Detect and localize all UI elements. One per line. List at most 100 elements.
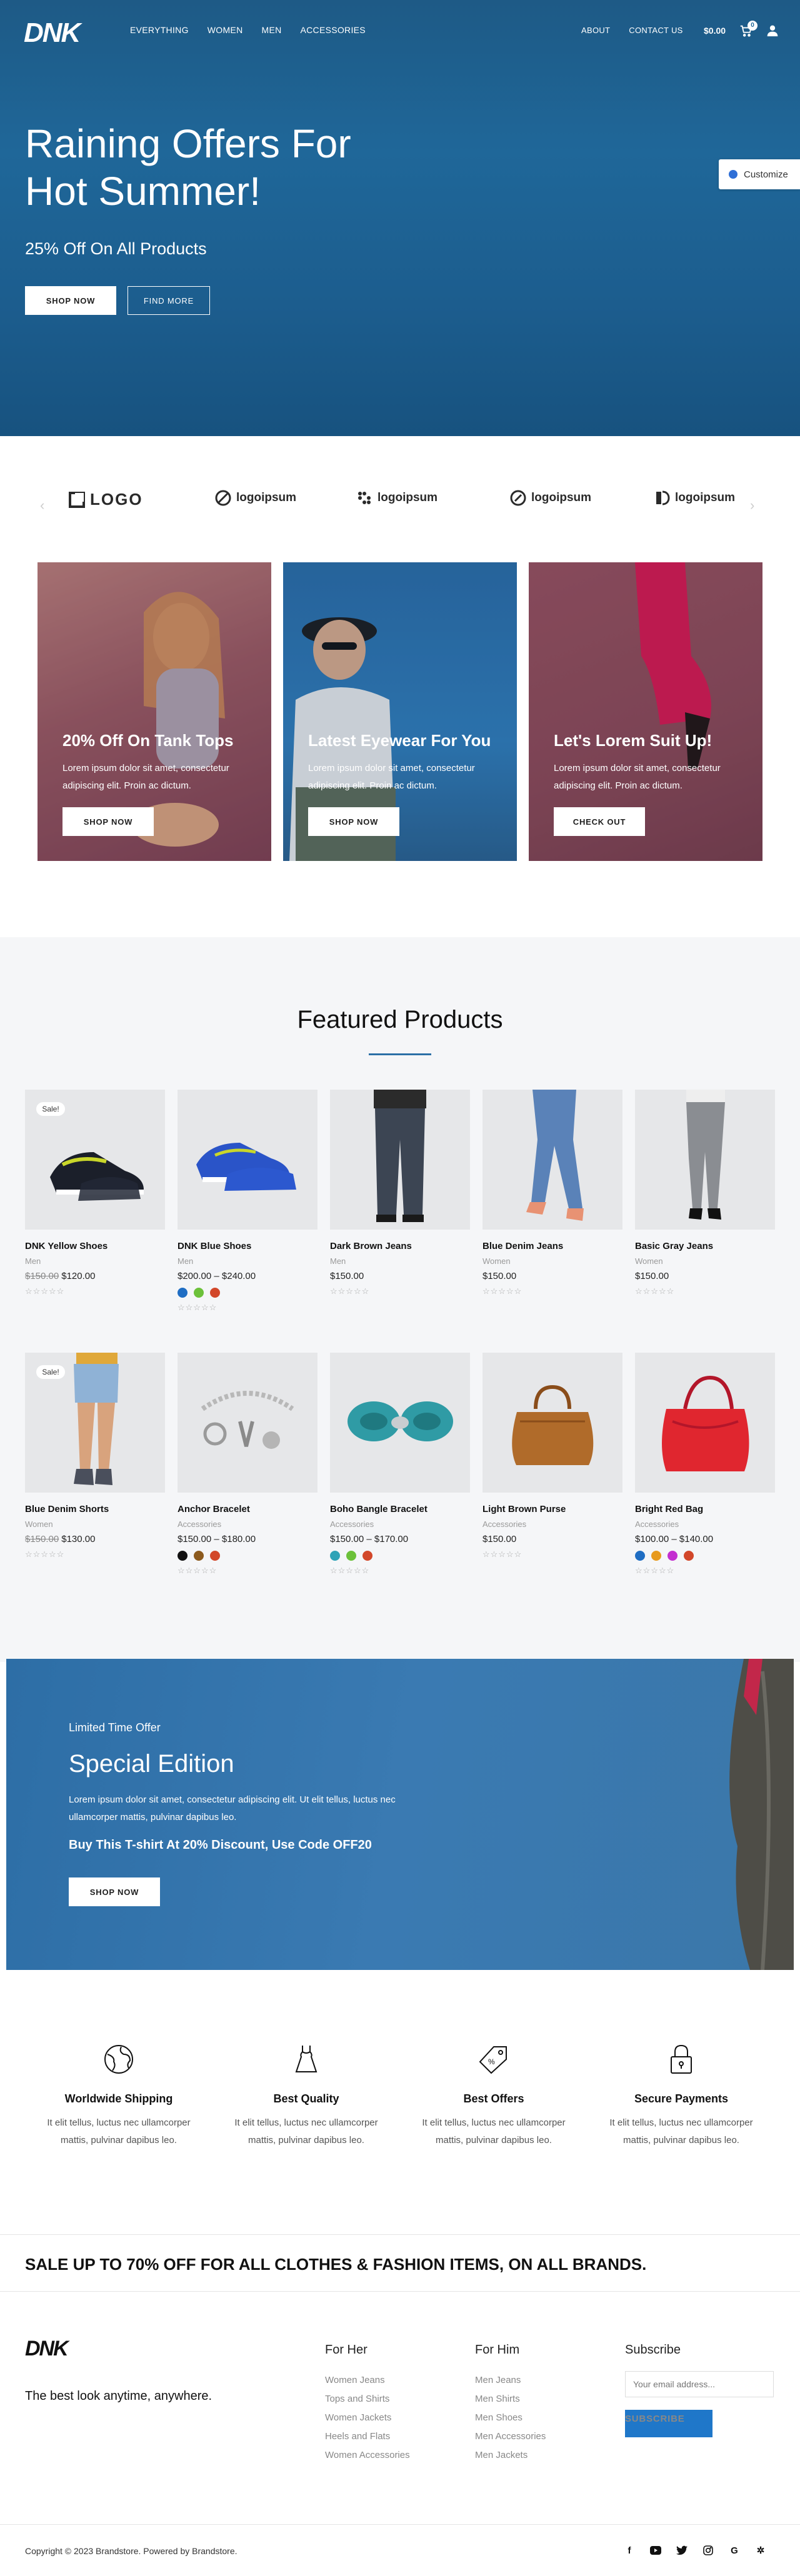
swatch-purple[interactable]	[668, 1551, 678, 1561]
product-name[interactable]: Boho Bangle Bracelet	[330, 1504, 470, 1514]
product-category[interactable]: Men	[25, 1256, 165, 1266]
product-card[interactable]: DNK Blue Shoes Men $200.00 – $240.00 ☆☆☆…	[178, 1090, 318, 1313]
product-card[interactable]: Blue Denim Jeans Women $150.00 ☆☆☆☆☆	[482, 1090, 622, 1296]
sale-badge: Sale!	[36, 1365, 65, 1379]
special-shop-now-button[interactable]: SHOP NOW	[69, 1877, 160, 1906]
nav-about[interactable]: ABOUT	[581, 26, 610, 35]
hero-shop-now-button[interactable]: SHOP NOW	[25, 286, 116, 315]
product-image[interactable]	[178, 1353, 318, 1493]
footer-link[interactable]: Women Accessories	[325, 2446, 410, 2465]
logos-next-arrow[interactable]: ›	[750, 497, 754, 514]
footer-link[interactable]: Women Jackets	[325, 2409, 410, 2427]
product-category[interactable]: Accessories	[635, 1519, 775, 1529]
product-name[interactable]: Light Brown Purse	[482, 1504, 622, 1514]
footer-link[interactable]: Heels and Flats	[325, 2427, 410, 2446]
footer-link[interactable]: Men Shirts	[475, 2390, 546, 2409]
footer-link[interactable]: Men Shoes	[475, 2409, 546, 2427]
product-name[interactable]: Bright Red Bag	[635, 1504, 775, 1514]
nav-men[interactable]: MEN	[261, 25, 281, 35]
product-image[interactable]	[330, 1090, 470, 1230]
product-category[interactable]: Men	[330, 1256, 470, 1266]
product-card[interactable]: Dark Brown Jeans Men $150.00 ☆☆☆☆☆	[330, 1090, 470, 1296]
customize-button[interactable]: Customize	[719, 159, 800, 189]
product-card[interactable]: Light Brown Purse Accessories $150.00 ☆☆…	[482, 1353, 622, 1559]
google-icon[interactable]: G	[728, 2544, 741, 2557]
product-name[interactable]: DNK Blue Shoes	[178, 1241, 318, 1251]
product-sale-price: $120.00	[61, 1271, 96, 1281]
product-card[interactable]: Sale! DNK Yellow Shoes Men $150.00 $120.0…	[25, 1090, 165, 1296]
swatch-green[interactable]	[194, 1288, 204, 1298]
product-category[interactable]: Women	[482, 1256, 622, 1266]
product-card[interactable]: Sale! Blue Denim Shorts Women $150.00 $13…	[25, 1353, 165, 1559]
email-field[interactable]	[625, 2371, 774, 2397]
twitter-icon[interactable]	[675, 2544, 689, 2557]
swatch-blue[interactable]	[178, 1288, 188, 1298]
product-category[interactable]: Accessories	[178, 1519, 318, 1529]
rating-stars: ☆☆☆☆☆	[482, 1549, 522, 1559]
logo-square-icon	[69, 491, 85, 508]
partner-logo-5-text: logoipsum	[675, 491, 736, 504]
footer-link[interactable]: Tops and Shirts	[325, 2390, 410, 2409]
product-image[interactable]	[482, 1090, 622, 1230]
product-name[interactable]: Basic Gray Jeans	[635, 1241, 775, 1251]
cart-amount[interactable]: $0.00	[704, 26, 726, 36]
footer-logo[interactable]: DNK	[25, 2337, 69, 2361]
product-image[interactable]	[482, 1353, 622, 1493]
product-category[interactable]: Men	[178, 1256, 318, 1266]
swatch-orange[interactable]	[651, 1551, 661, 1561]
footer-link[interactable]: Men Jackets	[475, 2446, 546, 2465]
footer-link[interactable]: Men Jeans	[475, 2371, 546, 2390]
primary-menu: EVERYTHING WOMEN MEN ACCESSORIES	[130, 25, 366, 35]
footer-link[interactable]: Women Jeans	[325, 2371, 410, 2390]
product-name[interactable]: DNK Yellow Shoes	[25, 1241, 165, 1251]
product-name[interactable]: Blue Denim Jeans	[482, 1241, 622, 1251]
hero-find-more-button[interactable]: FIND MORE	[128, 286, 210, 315]
product-card[interactable]: Boho Bangle Bracelet Accessories $150.00…	[330, 1353, 470, 1576]
product-category[interactable]: Women	[635, 1256, 775, 1266]
youtube-icon[interactable]	[649, 2544, 662, 2557]
swatch-brown[interactable]	[194, 1551, 204, 1561]
product-image[interactable]	[635, 1090, 775, 1230]
subscribe-button[interactable]: SUBSCRIBE	[625, 2410, 712, 2437]
product-image[interactable]	[330, 1353, 470, 1493]
footer-col-title: Subscribe	[625, 2343, 681, 2357]
swatch-red[interactable]	[684, 1551, 694, 1561]
main-nav: DNK EVERYTHING WOMEN MEN ACCESSORIES ABO…	[0, 0, 800, 62]
promo-shop-now-button[interactable]: SHOP NOW	[62, 807, 154, 836]
nav-everything[interactable]: EVERYTHING	[130, 25, 189, 35]
product-image[interactable]	[635, 1353, 775, 1493]
feature-title: Best Offers	[463, 2092, 524, 2105]
swatch-green[interactable]	[346, 1551, 356, 1561]
product-name[interactable]: Dark Brown Jeans	[330, 1241, 470, 1251]
logo-dots-icon	[358, 492, 371, 504]
product-card[interactable]: Bright Red Bag Accessories $100.00 – $14…	[635, 1353, 775, 1576]
facebook-icon[interactable]: f	[622, 2544, 636, 2557]
product-image[interactable]: Sale!	[25, 1353, 165, 1493]
product-image[interactable]: Sale!	[25, 1090, 165, 1230]
product-name[interactable]: Blue Denim Shorts	[25, 1504, 165, 1514]
nav-women[interactable]: WOMEN	[208, 25, 243, 35]
site-logo[interactable]: DNK	[24, 17, 81, 49]
swatch-red[interactable]	[210, 1288, 220, 1298]
product-category[interactable]: Accessories	[330, 1519, 470, 1529]
nav-accessories[interactable]: ACCESSORIES	[301, 25, 366, 35]
promo-check-out-button[interactable]: CHECK OUT	[554, 807, 645, 836]
swatch-teal[interactable]	[330, 1551, 340, 1561]
swatch-red[interactable]	[362, 1551, 372, 1561]
product-name[interactable]: Anchor Bracelet	[178, 1504, 318, 1514]
promo-shop-now-button[interactable]: SHOP NOW	[308, 807, 399, 836]
instagram-icon[interactable]	[701, 2544, 715, 2557]
swatch-black[interactable]	[178, 1551, 188, 1561]
product-category[interactable]: Accessories	[482, 1519, 622, 1529]
product-card[interactable]: Basic Gray Jeans Women $150.00 ☆☆☆☆☆	[635, 1090, 775, 1296]
footer-link[interactable]: Men Accessories	[475, 2427, 546, 2446]
nav-contact[interactable]: CONTACT US	[629, 26, 682, 35]
swatch-red[interactable]	[210, 1551, 220, 1561]
logos-prev-arrow[interactable]: ‹	[40, 497, 44, 514]
swatch-blue[interactable]	[635, 1551, 645, 1561]
product-card[interactable]: Anchor Bracelet Accessories $150.00 – $1…	[178, 1353, 318, 1576]
product-category[interactable]: Women	[25, 1519, 165, 1529]
yelp-icon[interactable]: ✲	[754, 2544, 768, 2557]
product-image[interactable]	[178, 1090, 318, 1230]
user-icon[interactable]	[766, 24, 779, 37]
